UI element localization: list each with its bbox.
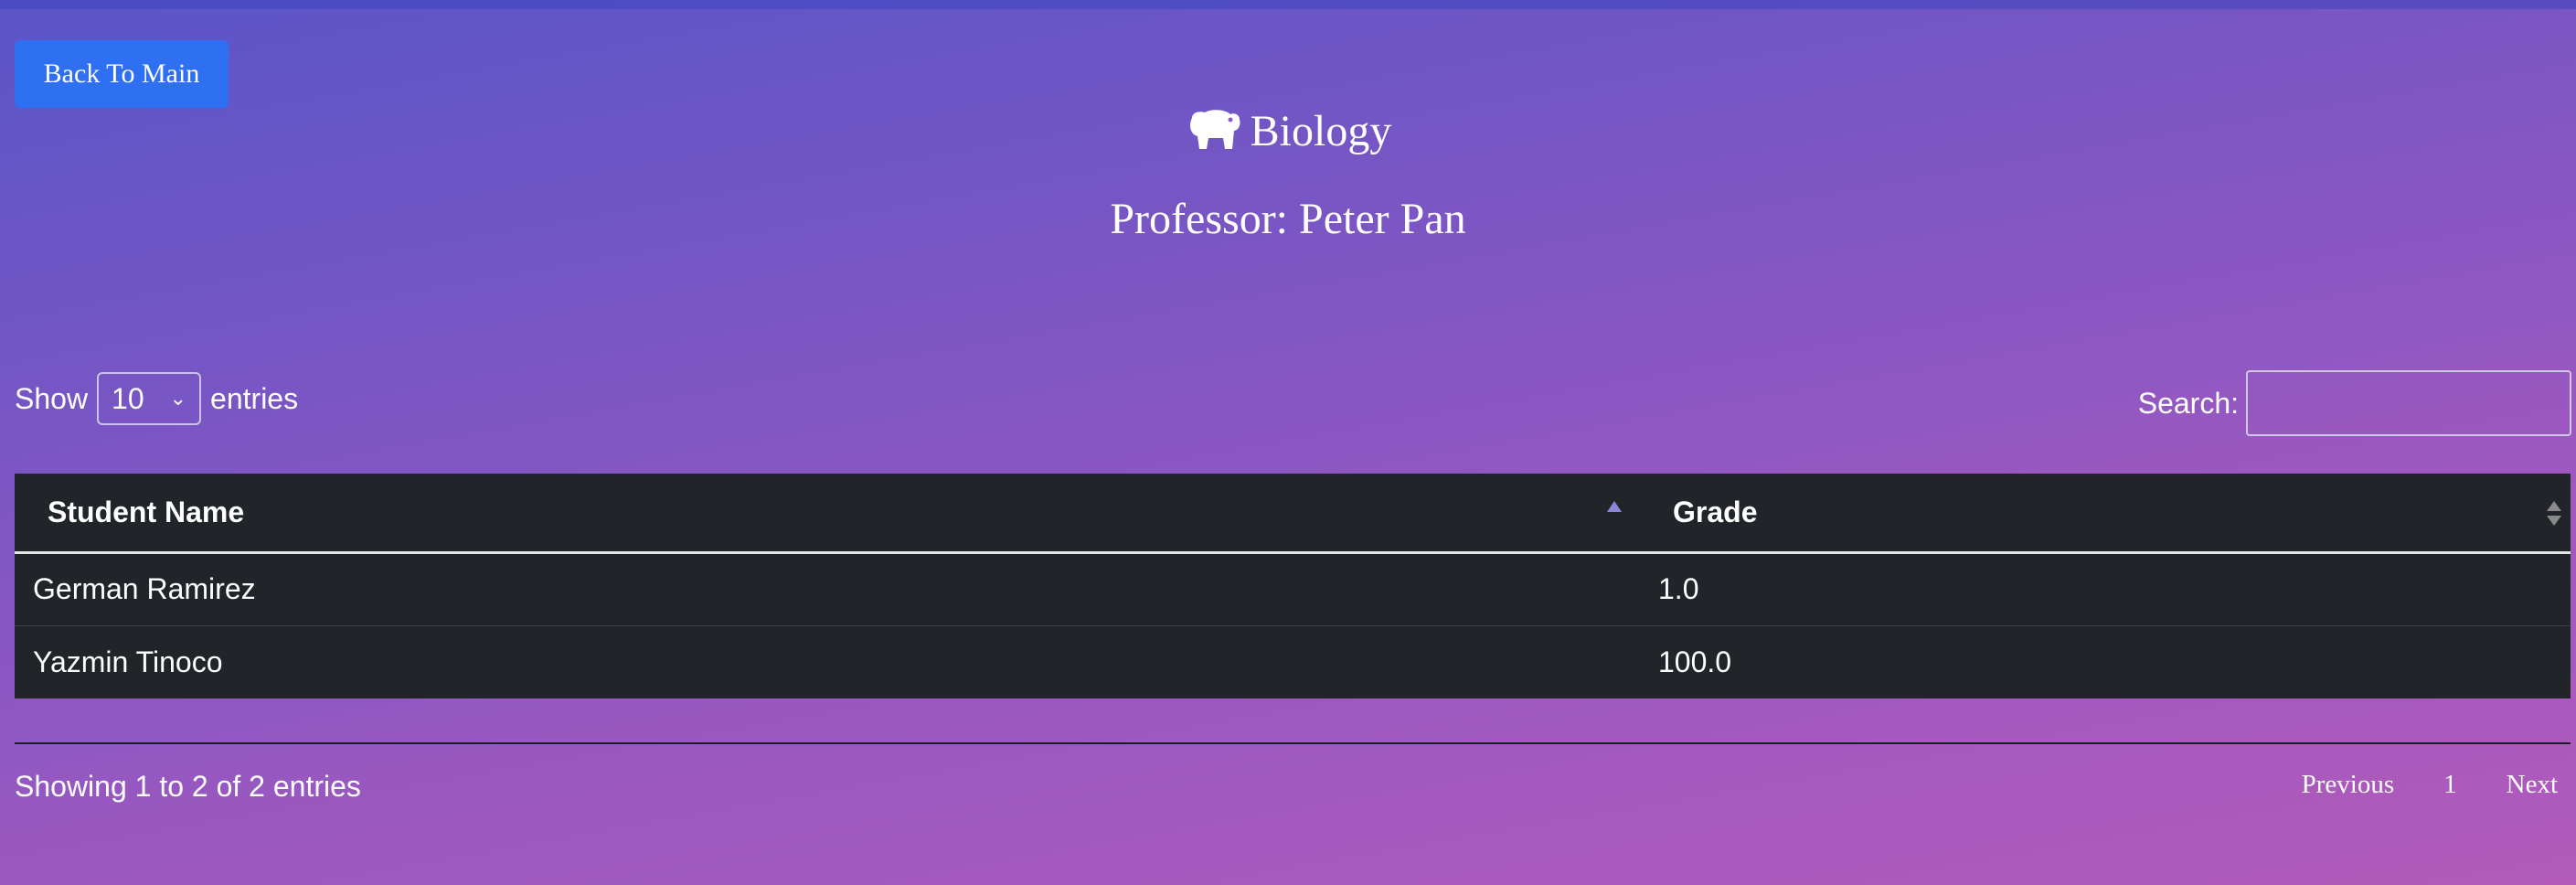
professor-name: Professor: Peter Pan <box>1110 195 1466 243</box>
page-header: Biology <box>0 102 2576 161</box>
cell-student-name: German Ramirez <box>15 551 1640 625</box>
entries-label: entries <box>210 381 299 415</box>
page-1-button[interactable]: 1 <box>2443 770 2457 800</box>
page-title: Biology <box>1250 107 1392 155</box>
next-page-button[interactable]: Next <box>2507 770 2558 800</box>
table-row: German Ramirez 1.0 <box>15 551 2571 625</box>
show-label: Show <box>15 381 89 415</box>
previous-page-button[interactable]: Previous <box>2302 770 2395 800</box>
column-header-grade[interactable]: Grade <box>1640 474 2571 554</box>
column-header-label: Student Name <box>48 495 245 528</box>
cell-grade: 1.0 <box>1640 551 2571 625</box>
search-input[interactable] <box>2246 370 2571 436</box>
cell-student-name: Yazmin Tinoco <box>15 624 1640 698</box>
table-divider <box>15 742 2571 744</box>
cell-grade: 100.0 <box>1640 624 2571 698</box>
table-header-row: Student Name Grade <box>15 474 2571 554</box>
table-info: Showing 1 to 2 of 2 entries <box>15 770 361 803</box>
column-header-student-name[interactable]: Student Name <box>15 474 1640 554</box>
hippo-icon <box>1185 109 1241 155</box>
column-header-label: Grade <box>1673 495 1758 528</box>
length-control: Show 10 ⌄ entries <box>15 371 298 426</box>
pagination: Previous 1 Next <box>2302 770 2558 800</box>
chevron-down-icon: ⌄ <box>169 387 187 410</box>
sort-icon <box>2547 501 2561 528</box>
back-to-main-button[interactable]: Back To Main <box>15 40 229 108</box>
students-table: Student Name Grade German Ramirez 1.0 Ya… <box>15 474 2571 698</box>
search-control: Search: <box>2138 369 2571 437</box>
entries-per-page-select[interactable]: 10 ⌄ <box>97 372 202 425</box>
sort-ascending-icon <box>1607 501 1622 512</box>
table-row: Yazmin Tinoco 100.0 <box>15 624 2571 698</box>
search-label: Search: <box>2137 386 2239 420</box>
top-bar <box>0 0 2576 9</box>
entries-selected-value: 10 <box>112 381 144 415</box>
